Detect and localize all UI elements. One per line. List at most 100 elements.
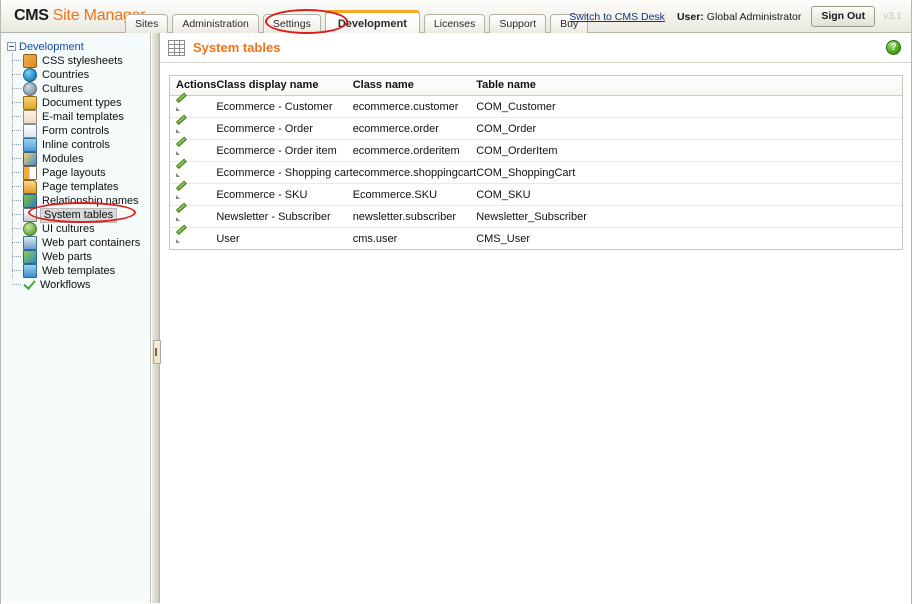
column-header-class-name: Class name — [352, 76, 477, 96]
cell-class-display-name: Ecommerce - Shopping cart — [216, 161, 353, 184]
folder-document-icon — [23, 96, 37, 110]
cell-table-name: Newsletter_Subscriber — [476, 205, 902, 228]
sidebar-item-modules[interactable]: Modules — [1, 151, 150, 166]
tree-guide-dots — [12, 284, 21, 285]
table-row[interactable]: Ecommerce - Customer ecommerce.customer … — [170, 95, 902, 118]
column-header-class-display-name: Class display name — [216, 76, 353, 96]
sidebar-item-form-controls[interactable]: Form controls — [1, 123, 150, 138]
relationship-icon — [23, 194, 37, 208]
collapse-expander-icon[interactable] — [7, 42, 16, 51]
switch-to-cms-desk-link[interactable]: Switch to CMS Desk — [569, 11, 665, 23]
cell-class-display-name: Ecommerce - Customer — [216, 95, 353, 118]
sidebar-item-label: Document types — [42, 96, 122, 109]
tree-guide-dots — [12, 186, 21, 187]
tab-sites[interactable]: Sites — [125, 14, 169, 33]
edit-icon[interactable] — [176, 121, 188, 133]
column-header-table-name: Table name — [476, 76, 902, 96]
sidebar-item-workflows[interactable]: Workflows — [1, 278, 150, 292]
tree-guide-dots — [12, 74, 21, 75]
sidebar-item-label: System tables — [40, 207, 118, 223]
tree-root-development[interactable]: Development — [1, 39, 150, 54]
splitter-grip-handle[interactable] — [153, 340, 161, 364]
sidebar-item-document-types[interactable]: Document types — [1, 95, 150, 110]
cell-class-name: ecommerce.orderitem — [352, 139, 477, 162]
sidebar-item-label: Page templates — [42, 180, 119, 193]
page-title: System tables — [193, 40, 281, 55]
sidebar-item-label: Page layouts — [42, 166, 106, 179]
cell-class-name: newsletter.subscriber — [352, 205, 477, 228]
cell-table-name: COM_OrderItem — [476, 139, 902, 162]
cell-table-name: COM_SKU — [476, 183, 902, 206]
row-actions-cell — [170, 139, 217, 162]
sidebar-item-web-part-containers[interactable]: Web part containers — [1, 235, 150, 250]
tree-guide-dots — [12, 116, 21, 117]
table-row[interactable]: Ecommerce - Order item ecommerce.orderit… — [170, 139, 902, 162]
tab-support[interactable]: Support — [489, 14, 547, 33]
envelope-icon — [23, 110, 37, 124]
tree-guide-dots — [12, 60, 21, 61]
sidebar-item-label: Relationship names — [42, 194, 139, 207]
table-row[interactable]: Ecommerce - Shopping cart ecommerce.shop… — [170, 161, 902, 184]
page-template-icon — [23, 180, 37, 194]
user-label: User: — [676, 10, 704, 23]
ui-culture-icon — [23, 222, 37, 236]
module-icon — [23, 152, 37, 166]
tree-guide-dots — [12, 228, 21, 229]
tab-administration[interactable]: Administration — [172, 14, 259, 33]
edit-icon[interactable] — [176, 209, 188, 221]
sidebar-item-inline-controls[interactable]: Inline controls — [1, 137, 150, 152]
edit-icon[interactable] — [176, 187, 188, 199]
table-row[interactable]: Ecommerce - SKU Ecommerce.SKU COM_SKU — [170, 183, 902, 206]
table-row[interactable]: User cms.user CMS_User — [170, 228, 902, 250]
cell-class-display-name: Newsletter - Subscriber — [216, 205, 353, 228]
edit-icon[interactable] — [176, 231, 188, 243]
form-control-icon — [23, 124, 37, 138]
navigation-tree: Development CSS stylesheets Countries Cu… — [1, 33, 150, 292]
sidebar-item-label: Modules — [42, 152, 84, 165]
cell-class-name: Ecommerce.SKU — [352, 183, 477, 206]
tree-guide-dots — [12, 88, 21, 89]
sidebar-splitter[interactable] — [152, 33, 161, 603]
sidebar: Development CSS stylesheets Countries Cu… — [1, 33, 151, 603]
tab-development[interactable]: Development — [324, 10, 420, 33]
sign-out-button[interactable]: Sign Out — [811, 6, 876, 27]
version-label: v3.1 — [883, 11, 902, 22]
table-row[interactable]: Ecommerce - Order ecommerce.order COM_Or… — [170, 117, 902, 140]
workflow-check-icon — [23, 279, 35, 291]
tab-settings[interactable]: Settings — [262, 14, 321, 33]
help-icon[interactable]: ? — [886, 40, 901, 55]
web-part-container-icon — [23, 236, 37, 250]
sidebar-item-web-templates[interactable]: Web templates — [1, 263, 150, 278]
tree-root-label: Development — [19, 40, 84, 53]
main-tab-bar: Sites Administration Settings Developmen… — [125, 10, 592, 33]
sidebar-item-label: Web templates — [42, 264, 116, 277]
edit-icon[interactable] — [176, 143, 188, 155]
sidebar-item-label: Workflows — [40, 278, 91, 291]
body-container: Development CSS stylesheets Countries Cu… — [1, 33, 911, 603]
sidebar-item-label: Countries — [42, 68, 90, 81]
table-row[interactable]: Newsletter - Subscriber newsletter.subsc… — [170, 205, 902, 228]
tree-guide-dots — [12, 200, 21, 201]
sidebar-item-page-layouts[interactable]: Page layouts — [1, 165, 150, 180]
column-header-actions: Actions — [170, 76, 217, 96]
edit-icon[interactable] — [176, 165, 188, 177]
css-stylesheet-icon — [23, 54, 37, 68]
sidebar-item-email-templates[interactable]: E-mail templates — [1, 109, 150, 124]
sidebar-item-ui-cultures[interactable]: UI cultures — [1, 221, 150, 236]
sidebar-item-label: CSS stylesheets — [42, 54, 123, 67]
sidebar-item-cultures[interactable]: Cultures — [1, 81, 150, 96]
sidebar-item-countries[interactable]: Countries — [1, 67, 150, 82]
cell-class-display-name: User — [216, 232, 240, 245]
tab-licenses[interactable]: Licenses — [423, 14, 486, 33]
system-table-icon — [23, 208, 37, 222]
sidebar-item-label: Web parts — [42, 250, 92, 263]
tree-guide-dots — [12, 270, 21, 271]
row-actions-cell — [170, 117, 217, 140]
web-part-icon — [23, 250, 37, 264]
edit-icon[interactable] — [176, 99, 188, 111]
sidebar-item-page-templates[interactable]: Page templates — [1, 179, 150, 194]
sidebar-item-css-stylesheets[interactable]: CSS stylesheets — [1, 53, 150, 68]
sidebar-item-system-tables[interactable]: System tables — [1, 207, 150, 223]
sidebar-item-web-parts[interactable]: Web parts — [1, 249, 150, 264]
sidebar-item-relationship-names[interactable]: Relationship names — [1, 193, 150, 208]
